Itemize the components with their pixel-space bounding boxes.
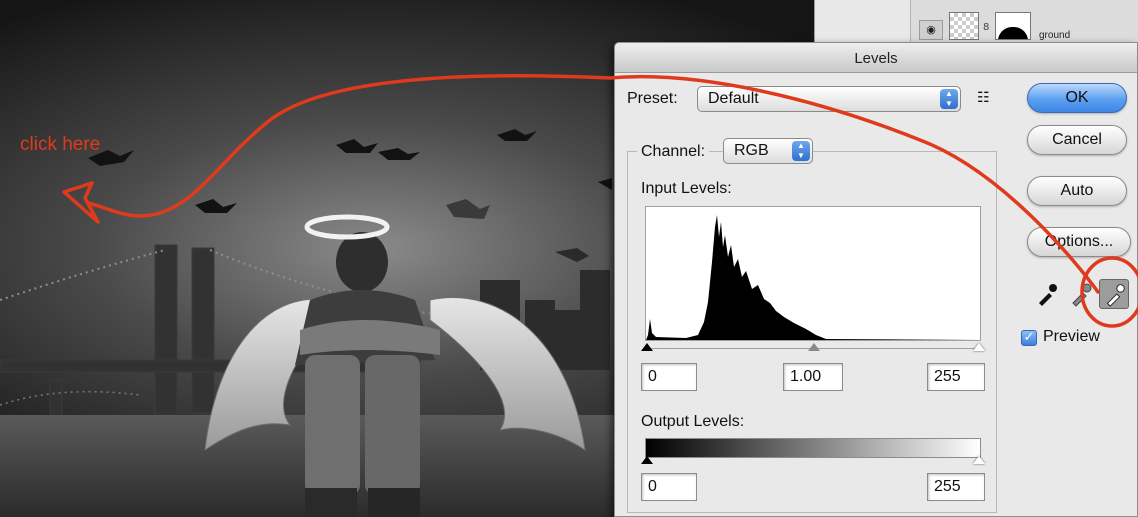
preview-label: Preview xyxy=(1043,328,1100,345)
gray-eyedropper-icon[interactable] xyxy=(1067,281,1093,307)
preset-label: Preset: xyxy=(627,90,678,107)
input-levels-label: Input Levels: xyxy=(641,180,732,197)
preset-select[interactable]: Default ▲ ▼ xyxy=(697,86,961,112)
ok-button[interactable]: OK xyxy=(1027,83,1127,113)
cancel-button[interactable]: Cancel xyxy=(1027,125,1127,155)
input-black-field[interactable]: 0 xyxy=(641,363,697,391)
histogram-shape xyxy=(646,215,980,340)
output-white-field[interactable]: 255 xyxy=(927,473,985,501)
channel-select[interactable]: RGB ▲ ▼ xyxy=(723,138,813,164)
layer-name[interactable]: ground xyxy=(1039,30,1070,41)
layer-mask-thumbnail[interactable] xyxy=(995,12,1031,40)
layers-panel: ◉ 8 ground xyxy=(814,0,1138,48)
preset-value: Default xyxy=(708,90,759,107)
output-black-slider[interactable] xyxy=(641,456,653,464)
histogram-graph xyxy=(646,215,980,340)
preview-checkbox[interactable]: ✓ xyxy=(1021,330,1037,346)
input-white-field[interactable]: 255 xyxy=(927,363,985,391)
dialog-titlebar[interactable]: Levels xyxy=(615,43,1137,73)
input-gamma-field[interactable]: 1.00 xyxy=(783,363,843,391)
histogram xyxy=(645,206,981,341)
output-gradient-bar xyxy=(645,438,981,458)
input-black-slider[interactable] xyxy=(641,343,653,351)
channel-label: Channel: xyxy=(637,143,710,161)
eye-icon[interactable]: ◉ xyxy=(919,20,943,40)
chevron-updown-icon: ▲ ▼ xyxy=(792,141,810,161)
channel-value: RGB xyxy=(734,142,769,159)
dialog-title: Levels xyxy=(854,50,898,67)
output-white-slider[interactable] xyxy=(973,456,985,464)
panel-left-area xyxy=(815,0,911,48)
input-gamma-slider[interactable] xyxy=(808,343,820,351)
link-icon[interactable]: 8 xyxy=(983,22,989,33)
black-eyedropper-icon[interactable] xyxy=(1033,281,1059,307)
output-levels-label: Output Levels: xyxy=(641,413,745,430)
white-eyedropper-icon[interactable] xyxy=(1099,279,1129,309)
annotation-text: click here xyxy=(20,134,101,155)
chevron-updown-icon: ▲ ▼ xyxy=(940,89,958,109)
layer-thumbnail[interactable] xyxy=(949,12,979,40)
auto-button[interactable]: Auto xyxy=(1027,176,1127,206)
options-button[interactable]: Options... xyxy=(1027,227,1131,257)
preset-options-icon[interactable]: ☷ xyxy=(977,89,990,106)
input-white-slider[interactable] xyxy=(973,343,985,351)
output-black-field[interactable]: 0 xyxy=(641,473,697,501)
levels-dialog: Levels Preset: Default ▲ ▼ ☷ Channel: RGB… xyxy=(614,42,1138,517)
